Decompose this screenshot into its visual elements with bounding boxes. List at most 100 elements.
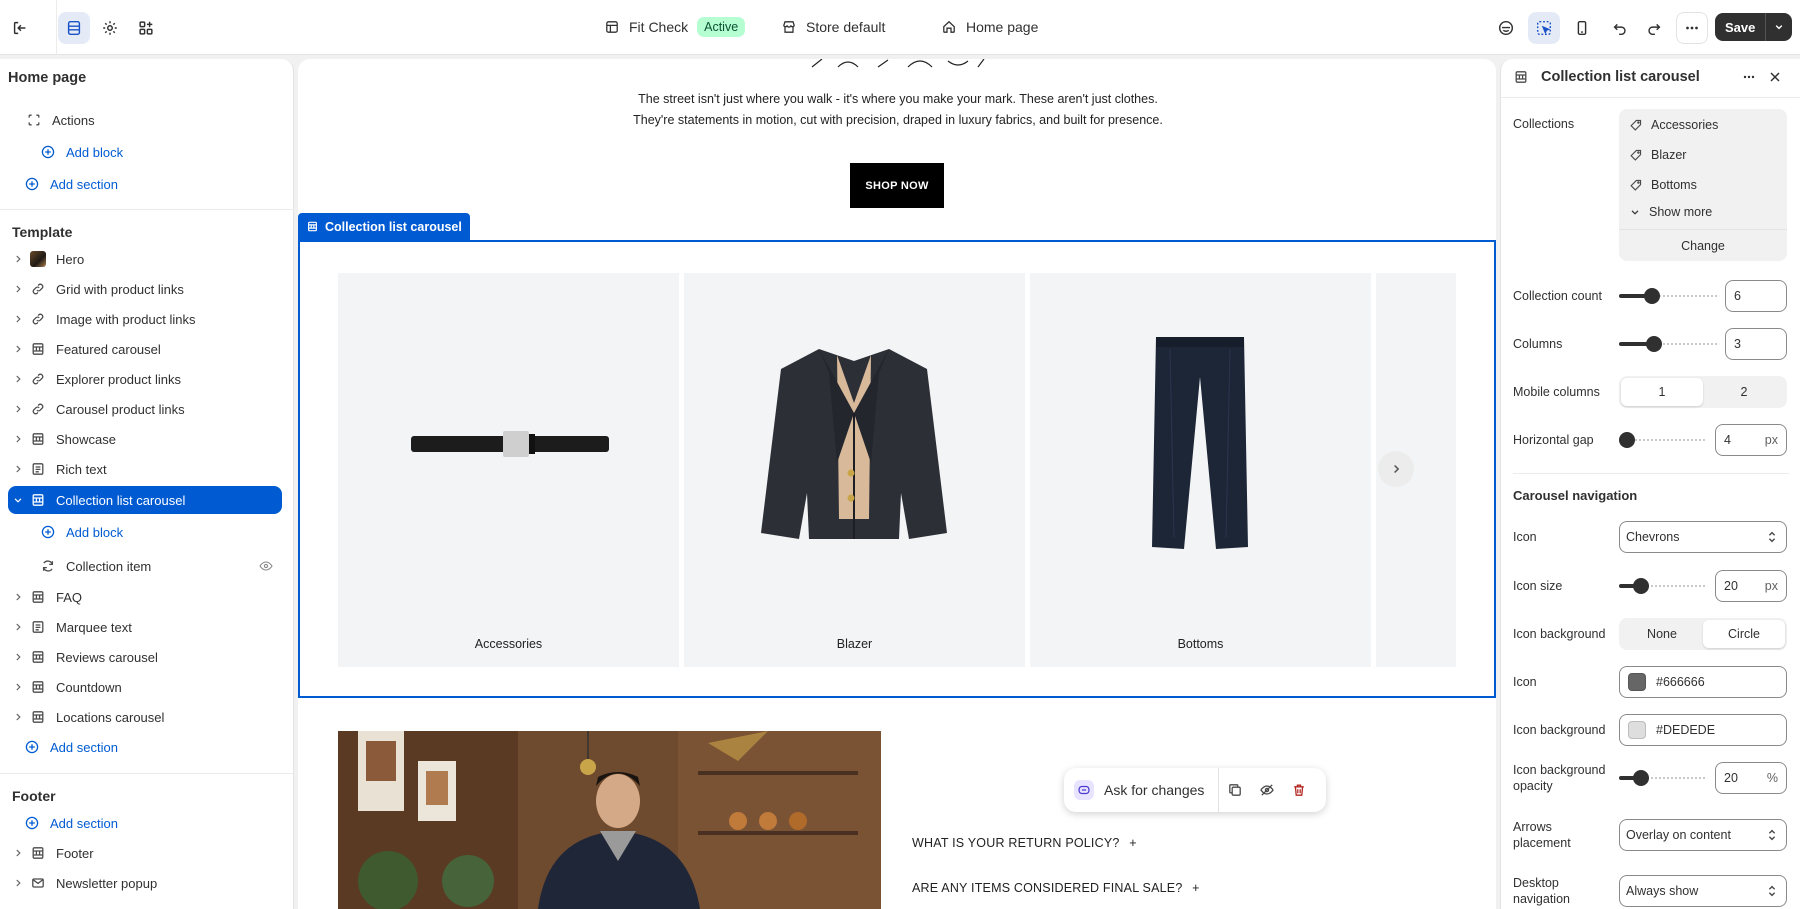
slider-knob[interactable]	[1633, 770, 1649, 786]
chevron-right-icon[interactable]	[8, 591, 28, 603]
chevron-right-icon[interactable]	[8, 847, 28, 859]
horizontal-gap-slider[interactable]	[1619, 432, 1707, 448]
sidekick-icon[interactable]	[1490, 12, 1522, 44]
icon-color-field[interactable]: #666666	[1619, 666, 1787, 698]
columns-slider[interactable]	[1619, 336, 1717, 352]
change-collections-button[interactable]: Change	[1619, 229, 1787, 261]
sidebar-item-featured-carousel[interactable]: Featured carousel	[8, 335, 282, 363]
chevron-right-icon[interactable]	[8, 433, 28, 445]
icon-background-color-field[interactable]: #DEDEDE	[1619, 714, 1787, 746]
slider-knob[interactable]	[1644, 288, 1660, 304]
icon-color-swatch[interactable]	[1628, 673, 1646, 691]
ask-for-changes-button[interactable]: Ask for changes	[1064, 768, 1220, 812]
icon-background-opacity-slider[interactable]	[1619, 770, 1707, 786]
sidebar-item-carousel-product-links[interactable]: Carousel product links	[8, 395, 282, 423]
save-options-chevron-down-icon[interactable]	[1766, 13, 1792, 41]
desktop-navigation-select[interactable]: Always show	[1619, 875, 1787, 907]
collection-card[interactable]: Accessories	[338, 273, 679, 667]
close-icon[interactable]	[1767, 69, 1783, 85]
arrows-placement-select[interactable]: Overlay on content	[1619, 819, 1787, 851]
collection-count-slider[interactable]	[1619, 288, 1717, 304]
sidebar-item-showcase[interactable]: Showcase	[8, 425, 282, 453]
sidebar-item-newsletter-popup[interactable]: Newsletter popup	[8, 869, 282, 897]
add-block-button[interactable]: Add block	[38, 518, 282, 546]
sidebar-item-image-with-product-links[interactable]: Image with product links	[8, 305, 282, 333]
page-selector[interactable]: Home page	[941, 16, 1038, 38]
sidebar-item-collection-list-carousel[interactable]: Collection list carousel	[8, 486, 282, 514]
chevron-right-icon[interactable]	[8, 343, 28, 355]
add-section-button[interactable]: Add section	[22, 809, 282, 837]
faq-item[interactable]: ARE ANY ITEMS CONSIDERED FINAL SALE? +	[912, 881, 1200, 895]
sections-icon[interactable]	[58, 12, 90, 44]
chevron-right-icon[interactable]	[8, 373, 28, 385]
hide-eye-slash-icon[interactable]	[1251, 782, 1283, 798]
chevron-right-icon[interactable]	[8, 403, 28, 415]
faq-item[interactable]: WHAT IS YOUR RETURN POLICY? +	[912, 836, 1137, 850]
add-section-button[interactable]: Add section	[22, 170, 282, 198]
icon-size-input[interactable]: 20 px	[1715, 570, 1787, 602]
chevron-right-icon[interactable]	[8, 877, 28, 889]
icon-size-slider[interactable]	[1619, 578, 1707, 594]
columns-input[interactable]: 3	[1725, 328, 1787, 360]
mobile-preview-icon[interactable]	[1566, 12, 1598, 44]
icon-background-option-circle[interactable]: Circle	[1703, 620, 1785, 648]
apps-icon[interactable]	[130, 12, 162, 44]
icon-background-opacity-input[interactable]: 20 %	[1715, 762, 1787, 794]
chevron-right-icon[interactable]	[8, 253, 28, 265]
horizontal-gap-input[interactable]: 4 px	[1715, 424, 1787, 456]
exit-icon[interactable]	[4, 12, 36, 44]
collection-item-accessories[interactable]: Accessories	[1629, 114, 1718, 136]
show-more-button[interactable]: Show more	[1629, 201, 1712, 223]
store-context-selector[interactable]: Store default	[781, 16, 885, 38]
sidebar-item-faq[interactable]: FAQ	[8, 583, 282, 611]
sidebar-item-collection-item[interactable]: Collection item	[38, 552, 282, 580]
sidebar-item-reviews-carousel[interactable]: Reviews carousel	[8, 643, 282, 671]
inspector-cursor-icon[interactable]	[1528, 12, 1560, 44]
add-block-button[interactable]: Add block	[38, 138, 282, 166]
sidebar-item-actions[interactable]: Actions	[24, 106, 282, 134]
sidebar-item-footer[interactable]: Footer	[8, 839, 282, 867]
more-options-icon[interactable]	[1741, 69, 1757, 85]
sidebar-item-hero[interactable]: Hero	[8, 245, 282, 273]
chevron-right-icon[interactable]	[8, 711, 28, 723]
visibility-eye-icon[interactable]	[258, 558, 274, 574]
settings-gear-icon[interactable]	[94, 12, 126, 44]
sidebar-item-rich-text[interactable]: Rich text	[8, 455, 282, 483]
redo-icon[interactable]	[1638, 12, 1670, 44]
slider-knob[interactable]	[1646, 336, 1662, 352]
sidebar-item-locations-carousel[interactable]: Locations carousel	[8, 703, 282, 731]
collection-count-input[interactable]: 6	[1725, 280, 1787, 312]
icon-background-color-swatch[interactable]	[1628, 721, 1646, 739]
icon-background-option-none[interactable]: None	[1621, 620, 1703, 648]
delete-trash-icon[interactable]	[1283, 782, 1315, 798]
collection-item-blazer[interactable]: Blazer	[1629, 144, 1686, 166]
icon-select[interactable]: Chevrons	[1619, 521, 1787, 553]
collection-card[interactable]: Blazer	[684, 273, 1025, 667]
shop-now-button[interactable]: SHOP NOW	[850, 163, 944, 208]
chevron-right-icon[interactable]	[8, 681, 28, 693]
chevron-right-icon[interactable]	[8, 313, 28, 325]
add-section-button[interactable]: Add section	[22, 733, 282, 761]
chevron-down-icon[interactable]	[8, 494, 28, 506]
chevron-right-icon[interactable]	[8, 621, 28, 633]
sidebar-item-marquee-text[interactable]: Marquee text	[8, 613, 282, 641]
collection-item-bottoms[interactable]: Bottoms	[1629, 174, 1697, 196]
sidebar-item-grid-with-product-links[interactable]: Grid with product links	[8, 275, 282, 303]
chevron-right-icon[interactable]	[8, 651, 28, 663]
slider-knob[interactable]	[1619, 432, 1635, 448]
duplicate-icon[interactable]	[1219, 782, 1251, 798]
selected-section-tag[interactable]: Collection list carousel	[298, 213, 470, 240]
slider-knob[interactable]	[1633, 578, 1649, 594]
save-button[interactable]: Save	[1715, 13, 1767, 41]
undo-icon[interactable]	[1604, 12, 1636, 44]
chevron-right-icon[interactable]	[8, 283, 28, 295]
sidebar-item-explorer-product-links[interactable]: Explorer product links	[8, 365, 282, 393]
sidebar-item-countdown[interactable]: Countdown	[8, 673, 282, 701]
carousel-next-chevron-right-icon[interactable]	[1378, 451, 1414, 487]
mobile-columns-option-2[interactable]: 2	[1703, 378, 1785, 406]
chevron-right-icon[interactable]	[8, 463, 28, 475]
collection-card[interactable]: Bottoms	[1030, 273, 1371, 667]
more-actions-icon[interactable]	[1676, 12, 1708, 44]
theme-selector[interactable]: Fit Check Active	[604, 16, 746, 38]
mobile-columns-option-1[interactable]: 1	[1621, 378, 1703, 406]
